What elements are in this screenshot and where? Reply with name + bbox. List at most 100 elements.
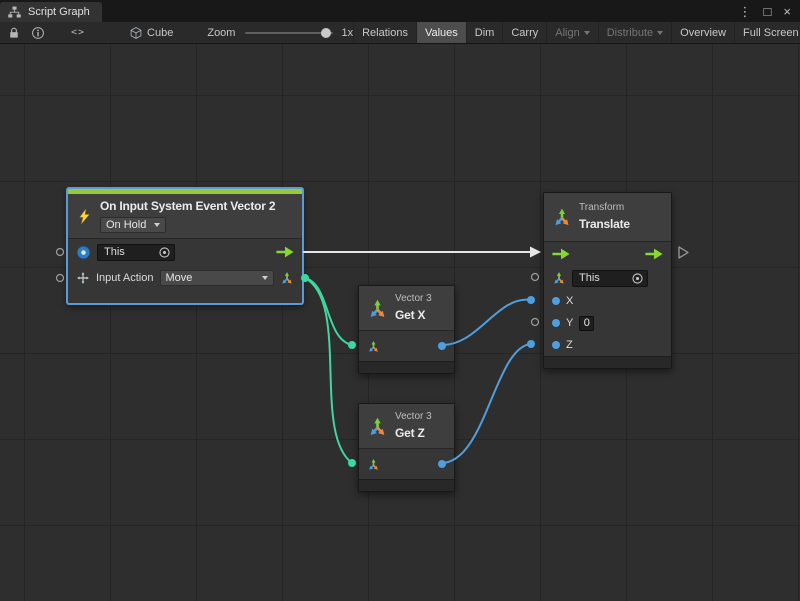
node-footer <box>359 479 454 491</box>
close-icon[interactable]: × <box>783 5 791 18</box>
port-y-input[interactable] <box>552 319 560 327</box>
node-get-x[interactable]: Vector 3 Get X <box>358 285 455 374</box>
port-x-label: X <box>566 295 573 307</box>
vector2-output-icon[interactable] <box>280 271 294 285</box>
target-object-label: Cube <box>147 27 173 39</box>
port-get-z-output[interactable] <box>438 460 446 468</box>
node-type-label: Vector 3 <box>395 411 432 423</box>
node-translate[interactable]: Transform Translate This X <box>543 192 672 369</box>
object-picker-icon[interactable] <box>158 246 171 259</box>
input-action-value: Move <box>166 272 193 284</box>
toolbar-buttons: Relations Values Dim Carry Align Distrib… <box>353 22 800 43</box>
relations-button[interactable]: Relations <box>353 22 416 43</box>
node-title: Translate <box>579 217 630 232</box>
chevron-down-icon <box>657 31 663 35</box>
distribute-button[interactable]: Distribute <box>598 22 671 43</box>
this-object-field[interactable]: This <box>572 270 648 287</box>
wire-vector2-to-get-z[interactable] <box>305 278 352 463</box>
port-x-input[interactable] <box>552 297 560 305</box>
translate-y-row: Y 0 <box>544 312 671 334</box>
event-this-row: This <box>68 239 302 265</box>
wire-arrowhead-icon <box>530 247 541 258</box>
zoom-slider[interactable] <box>245 27 333 39</box>
port-z-input[interactable] <box>552 341 560 349</box>
info-icon[interactable] <box>31 26 45 40</box>
script-graph-window: Script Graph ⋮ □ × <> Cube Zoom 1x Relat… <box>0 0 800 601</box>
transform-icon <box>552 207 572 227</box>
vector3-icon <box>367 416 388 437</box>
node-title: Get Z <box>395 426 432 441</box>
graph-icon <box>7 5 22 20</box>
get-z-header: Vector 3 Get Z <box>359 404 454 449</box>
node-title: Get X <box>395 308 432 323</box>
tab-bar: Script Graph ⋮ □ × <box>0 0 800 22</box>
translate-this-row: This <box>544 266 671 290</box>
port-get-x-output[interactable] <box>438 342 446 350</box>
full-screen-button[interactable]: Full Screen <box>734 22 800 43</box>
flow-input-arrow-icon[interactable] <box>552 248 570 260</box>
event-node-header: On Input System Event Vector 2 On Hold <box>68 194 302 239</box>
cube-icon <box>129 26 143 40</box>
graph-toolbar: <> Cube Zoom 1x Relations Values Dim Car… <box>0 22 800 44</box>
graph-canvas[interactable]: On Input System Event Vector 2 On Hold T… <box>0 44 800 601</box>
flow-continuation-icon[interactable] <box>679 247 688 258</box>
chevron-down-icon <box>154 223 160 227</box>
wire-vector2-to-get-x[interactable] <box>305 278 352 345</box>
wire-end-z-input[interactable] <box>527 340 535 348</box>
menu-icon[interactable]: ⋮ <box>739 5 752 18</box>
align-button[interactable]: Align <box>546 22 597 43</box>
node-type-label: Transform <box>579 202 630 214</box>
node-footer <box>544 356 671 368</box>
this-icon <box>76 245 91 260</box>
vector3-icon <box>367 298 388 319</box>
tab-title: Script Graph <box>28 6 90 18</box>
this-object-field[interactable]: This <box>97 244 175 261</box>
lightning-icon <box>76 205 93 228</box>
zoom-slider-track[interactable] <box>245 32 333 34</box>
dim-button[interactable]: Dim <box>466 22 503 43</box>
vector3-input-icon[interactable] <box>367 340 380 353</box>
get-x-io-row <box>359 331 454 361</box>
input-action-dropdown[interactable]: Move <box>160 270 275 286</box>
carry-button[interactable]: Carry <box>502 22 546 43</box>
zoom-slider-handle[interactable] <box>321 28 331 38</box>
node-type-label: Vector 3 <box>395 293 432 305</box>
flow-output-arrow-icon[interactable] <box>276 246 294 258</box>
overview-button[interactable]: Overview <box>671 22 734 43</box>
node-title: On Input System Event Vector 2 <box>100 199 275 214</box>
tab-script-graph[interactable]: Script Graph <box>0 2 102 22</box>
y-value-input[interactable]: 0 <box>579 316 594 331</box>
port-y-label: Y <box>566 317 573 329</box>
object-picker-icon[interactable] <box>631 272 644 285</box>
translate-x-row: X <box>544 290 671 312</box>
flow-output-arrow-icon[interactable] <box>645 248 663 260</box>
code-icon[interactable]: <> <box>71 27 85 38</box>
transform-icon <box>552 271 566 285</box>
translate-flow-row <box>544 242 671 266</box>
input-action-label: Input Action <box>96 272 154 284</box>
vector3-input-icon[interactable] <box>367 458 380 471</box>
window-controls: ⋮ □ × <box>739 0 800 22</box>
zoom-label: Zoom <box>207 27 235 39</box>
port-event-this-input[interactable] <box>57 275 64 282</box>
this-value: This <box>579 272 600 284</box>
lock-icon[interactable] <box>7 26 21 40</box>
wire-end-x-input[interactable] <box>527 296 535 304</box>
chevron-down-icon <box>262 276 268 280</box>
port-event-flow-input[interactable] <box>57 249 64 256</box>
port-get-x-value-input[interactable] <box>348 341 356 349</box>
port-translate-this-input[interactable] <box>532 274 539 281</box>
event-input-action-row: Input Action Move <box>68 265 302 291</box>
node-get-z[interactable]: Vector 3 Get Z <box>358 403 455 492</box>
node-on-input-system-event-vector-2[interactable]: On Input System Event Vector 2 On Hold T… <box>67 188 303 304</box>
zoom-value: 1x <box>341 27 353 39</box>
event-mode-dropdown[interactable]: On Hold <box>100 217 166 233</box>
maximize-icon[interactable]: □ <box>764 5 772 18</box>
translate-header: Transform Translate <box>544 193 671 242</box>
translate-z-row: Z <box>544 334 671 356</box>
node-footer <box>359 361 454 373</box>
values-button[interactable]: Values <box>416 22 466 43</box>
this-value: This <box>104 246 125 258</box>
port-translate-y-input[interactable] <box>532 319 539 326</box>
port-get-z-value-input[interactable] <box>348 459 356 467</box>
